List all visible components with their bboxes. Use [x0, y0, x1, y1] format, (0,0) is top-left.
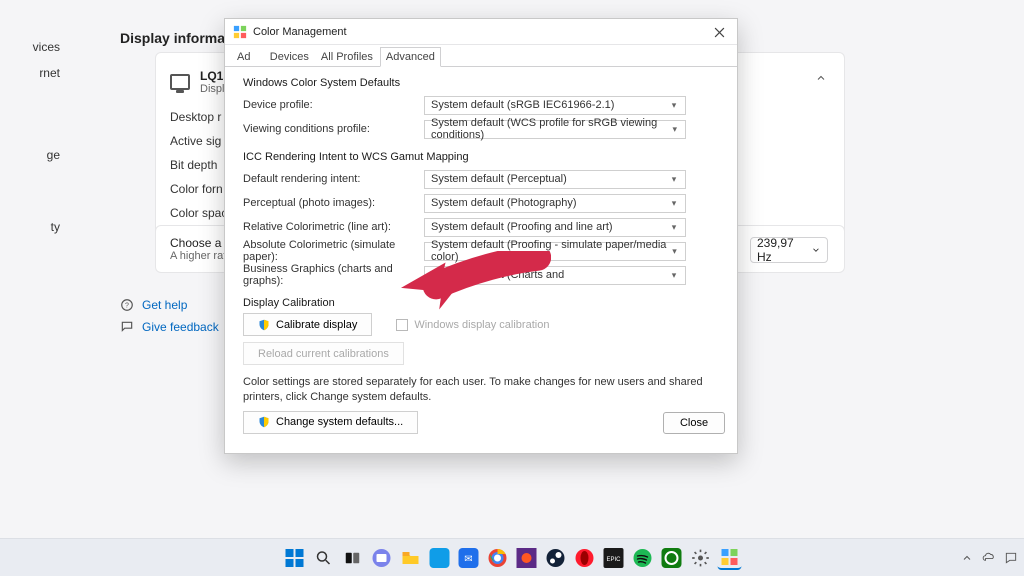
svg-text:EPIC: EPIC: [606, 557, 621, 563]
chevron-up-icon[interactable]: [960, 551, 974, 565]
window-close-button[interactable]: [701, 20, 737, 44]
chevron-down-icon: ▾: [669, 270, 679, 281]
give-feedback-link[interactable]: Give feedback: [120, 316, 219, 338]
relative-colorimetric-value: System default (Proofing and line art): [431, 221, 613, 233]
business-graphics-label: Business Graphics (charts and graphs):: [243, 263, 418, 287]
svg-text:?: ?: [125, 302, 129, 309]
chrome-button[interactable]: [486, 546, 510, 570]
checkbox-box: [396, 319, 408, 331]
search-icon: [315, 549, 333, 567]
spotify-button[interactable]: [631, 546, 655, 570]
chevron-down-icon: ▾: [669, 198, 679, 209]
start-button[interactable]: [283, 546, 307, 570]
default-intent-value: System default (Perceptual): [431, 173, 567, 185]
collapse-toggle[interactable]: [812, 69, 830, 87]
relative-colorimetric-label: Relative Colorimetric (line art):: [243, 221, 418, 233]
perceptual-label: Perceptual (photo images):: [243, 197, 418, 209]
refresh-rate-value: 239,97 Hz: [757, 236, 811, 264]
reload-calibrations-button: Reload current calibrations: [243, 342, 404, 365]
feedback-icon: [120, 320, 134, 334]
give-feedback-label: Give feedback: [142, 320, 219, 334]
help-icon: ?: [120, 298, 134, 312]
dialog-title: Color Management: [253, 26, 729, 38]
color-management-icon: [233, 25, 247, 39]
perceptual-value: System default (Photography): [431, 197, 577, 209]
close-icon: [714, 27, 725, 38]
absolute-colorimetric-value: System default (Proofing - simulate pape…: [431, 239, 670, 263]
settings-button[interactable]: [689, 546, 713, 570]
sidebar-item[interactable]: vices: [6, 34, 60, 60]
taskbar-app[interactable]: [515, 546, 539, 570]
steam-button[interactable]: [544, 546, 568, 570]
search-button[interactable]: [312, 546, 336, 570]
absolute-colorimetric-label: Absolute Colorimetric (simulate paper):: [243, 239, 418, 263]
sidebar-item[interactable]: ge: [6, 142, 60, 168]
opera-button[interactable]: [573, 546, 597, 570]
chevron-down-icon: ▾: [669, 100, 679, 111]
perceptual-select[interactable]: System default (Photography) ▾: [424, 194, 686, 213]
group-display-calibration: Display Calibration: [243, 297, 719, 309]
xbox-button[interactable]: [660, 546, 684, 570]
chevron-up-icon: [815, 72, 827, 84]
uac-shield-icon: [258, 319, 270, 331]
use-windows-calibration-checkbox: Windows display calibration: [396, 319, 549, 331]
chevron-down-icon: ▾: [671, 124, 679, 135]
calibrate-display-label: Calibrate display: [276, 319, 357, 331]
system-tray[interactable]: [960, 551, 1018, 565]
tab-advanced[interactable]: Advanced: [380, 47, 441, 67]
absolute-colorimetric-select[interactable]: System default (Proofing - simulate pape…: [424, 242, 686, 261]
device-profile-select[interactable]: System default (sRGB IEC61966-2.1) ▾: [424, 96, 686, 115]
action-center-icon[interactable]: [1004, 551, 1018, 565]
svg-text:✉: ✉: [464, 554, 472, 565]
default-intent-label: Default rendering intent:: [243, 173, 418, 185]
task-view-button[interactable]: [341, 546, 365, 570]
viewing-conditions-value: System default (WCS profile for sRGB vie…: [431, 117, 671, 141]
tab-ad-fragment: Ad: [232, 48, 255, 66]
use-windows-calibration-label: Windows display calibration: [414, 319, 549, 331]
file-explorer-button[interactable]: [399, 546, 423, 570]
get-help-link[interactable]: ? Get help: [120, 294, 219, 316]
taskbar-app[interactable]: [428, 546, 452, 570]
reload-calibrations-label: Reload current calibrations: [258, 348, 389, 360]
business-graphics-value: System default (Charts and: [431, 269, 564, 281]
viewing-conditions-label: Viewing conditions profile:: [243, 123, 418, 135]
relative-colorimetric-select[interactable]: System default (Proofing and line art) ▾: [424, 218, 686, 237]
change-system-defaults-label: Change system defaults...: [276, 416, 403, 428]
chevron-down-icon: ▾: [669, 174, 679, 185]
onedrive-icon[interactable]: [982, 551, 996, 565]
refresh-rate-select[interactable]: 239,97 Hz: [750, 237, 828, 263]
dialog-tabs: Gen Ad Devices All Profiles Advanced: [225, 45, 737, 67]
device-profile-label: Device profile:: [243, 99, 418, 111]
device-profile-value: System default (sRGB IEC61966-2.1): [431, 99, 614, 111]
sidebar-item[interactable]: ty: [6, 214, 60, 240]
change-system-defaults-button[interactable]: Change system defaults...: [243, 411, 418, 434]
sidebar-item[interactable]: rnet: [6, 60, 60, 86]
close-button[interactable]: Close: [663, 412, 725, 434]
calibrate-display-button[interactable]: Calibrate display: [243, 313, 372, 336]
group-wcs-defaults: Windows Color System Defaults: [243, 77, 719, 89]
system-defaults-note: Color settings are stored separately for…: [243, 375, 719, 405]
business-graphics-select[interactable]: System default (Charts and ▾: [424, 266, 686, 285]
viewing-conditions-select[interactable]: System default (WCS profile for sRGB vie…: [424, 120, 686, 139]
group-icc-mapping: ICC Rendering Intent to WCS Gamut Mappin…: [243, 151, 719, 163]
dialog-titlebar: Color Management: [225, 19, 737, 45]
taskbar-app[interactable]: ✉: [457, 546, 481, 570]
color-management-dialog: Color Management Gen Ad Devices All Prof…: [224, 18, 738, 454]
taskbar-app[interactable]: [370, 546, 394, 570]
uac-shield-icon: [258, 416, 270, 428]
epic-games-button[interactable]: EPIC: [602, 546, 626, 570]
chevron-down-icon: [811, 245, 821, 255]
default-intent-select[interactable]: System default (Perceptual) ▾: [424, 170, 686, 189]
tab-all-profiles[interactable]: All Profiles: [316, 48, 378, 66]
get-help-label: Get help: [142, 298, 187, 312]
color-management-app-button[interactable]: [718, 546, 742, 570]
chevron-down-icon: ▾: [670, 246, 679, 257]
chevron-down-icon: ▾: [669, 222, 679, 233]
settings-sidebar: vices rnet ge ty: [0, 34, 60, 240]
monitor-icon: [170, 74, 190, 90]
tab-devices[interactable]: Devices: [265, 48, 314, 66]
taskbar: ✉ EPIC: [0, 538, 1024, 576]
